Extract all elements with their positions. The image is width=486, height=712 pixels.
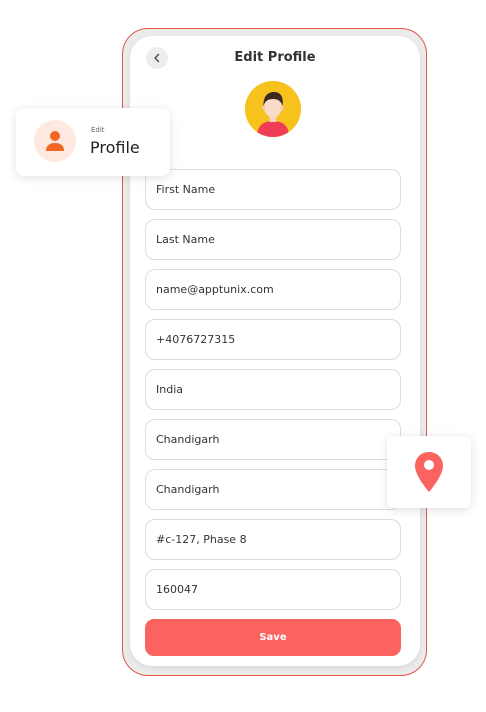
edit-profile-card: Edit Profile: [16, 108, 170, 176]
user-avatar-illustration: [245, 81, 301, 137]
first-name-field[interactable]: First Name: [145, 169, 401, 210]
map-pin-icon: [415, 452, 443, 492]
location-card: [387, 436, 471, 508]
page-title: Edit Profile: [234, 50, 316, 65]
address-field[interactable]: #c-127, Phase 8: [145, 519, 401, 560]
city-field[interactable]: Chandigarh: [145, 469, 401, 510]
edit-card-big-label: Profile: [90, 138, 140, 157]
postal-code-field[interactable]: 160047: [145, 569, 401, 610]
last-name-field[interactable]: Last Name: [145, 219, 401, 260]
email-field[interactable]: name@apptunix.com: [145, 269, 401, 310]
person-icon: [46, 131, 64, 151]
edit-card-small-label: Edit: [91, 126, 105, 134]
person-icon-badge: [34, 120, 76, 162]
phone-field[interactable]: +4076727315: [145, 319, 401, 360]
state-field[interactable]: Chandigarh: [145, 419, 401, 460]
country-field[interactable]: India: [145, 369, 401, 410]
avatar[interactable]: [245, 81, 301, 137]
save-button[interactable]: Save: [145, 619, 401, 656]
